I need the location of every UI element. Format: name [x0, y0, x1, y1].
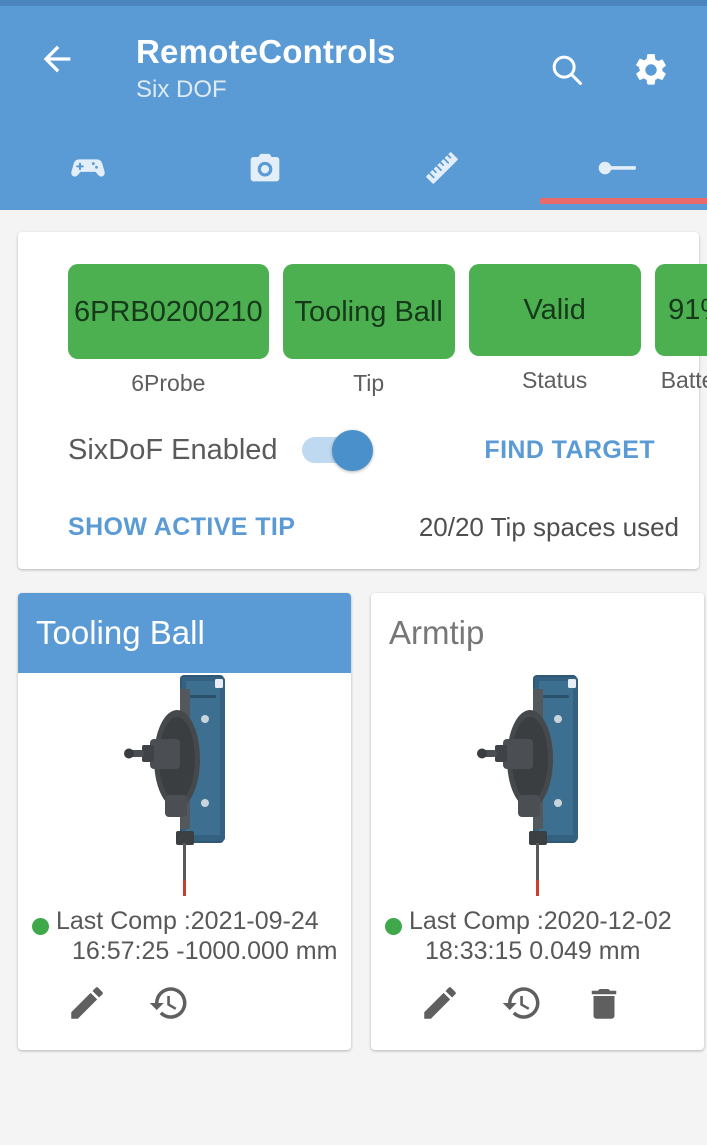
- trash-icon: [583, 982, 625, 1029]
- status-chip[interactable]: Valid: [468, 264, 641, 356]
- status-chips-row: 6PRB0200210 6Probe Tooling Ball Tip Vali…: [32, 264, 707, 398]
- tip-last-comp-info: Last Comp :2020-12-02 18:33:15 0.049 mm: [371, 898, 704, 966]
- tip-last-comp-text: Last Comp :2020-12-02 18:33:15 0.049 mm: [409, 906, 672, 966]
- tip-card-title: Tooling Ball: [18, 593, 351, 673]
- tip-card-tooling-ball[interactable]: Tooling Ball Last Comp:2021-09-24 16:57…: [18, 593, 351, 1050]
- tip-last-comp-info: Last Comp :2021-09-24 16:57:25 -1000.000…: [18, 898, 351, 966]
- tab-gamepad[interactable]: [0, 131, 177, 204]
- battery-chip[interactable]: 91%: [654, 264, 707, 356]
- tab-bar: [0, 131, 707, 204]
- tip-device-image: [18, 673, 351, 898]
- edit-tip-button[interactable]: [64, 982, 110, 1028]
- probe-chip[interactable]: 6PRB0200210: [68, 264, 269, 359]
- chip-group-status: Valid Status: [468, 264, 641, 395]
- sixdof-toggle-row: SixDoF Enabled FIND TARGET: [32, 398, 685, 471]
- arrow-back-icon: [37, 39, 77, 84]
- history-icon: [501, 982, 543, 1029]
- tip-chip-label: Tip: [353, 370, 385, 396]
- status-card-actions-row: SHOW ACTIVE TIP 20/20 Tip spaces used: [32, 468, 685, 543]
- delete-tip-button[interactable]: [581, 982, 627, 1028]
- pencil-icon: [419, 982, 461, 1029]
- camera-icon: [245, 148, 285, 188]
- tip-card-actions: [371, 966, 704, 1050]
- status-dot-icon: [385, 918, 402, 935]
- search-button[interactable]: [547, 52, 587, 92]
- history-tip-button[interactable]: [499, 982, 545, 1028]
- status-dot-icon: [32, 918, 49, 935]
- chip-group-probe: 6PRB0200210 6Probe: [68, 264, 269, 398]
- tip-last-comp-line2: 16:57:25 -1000.000 mm: [72, 937, 338, 965]
- probe-device-illustration: [120, 673, 250, 903]
- toggle-thumb: [331, 430, 373, 471]
- sixdof-toggle-label: SixDoF Enabled: [68, 434, 278, 466]
- tip-card-actions: [18, 966, 351, 1050]
- page-subtitle: Six DOF: [136, 76, 227, 103]
- history-tip-button[interactable]: [146, 982, 192, 1028]
- app-bar-actions: [547, 22, 685, 92]
- find-target-button[interactable]: FIND TARGET: [484, 436, 663, 465]
- tip-last-comp-line2: 18:33:15 0.049 mm: [425, 937, 641, 965]
- sixdof-toggle-switch[interactable]: [301, 430, 374, 471]
- page-title: RemoteControls: [136, 33, 396, 70]
- probe-chip-label: 6Probe: [131, 370, 206, 396]
- app-bar-top-row: RemoteControls Six DOF: [0, 6, 707, 131]
- tip-last-comp-line1: Last Comp :2020-12-02: [409, 907, 672, 935]
- probe-tip-icon: [597, 157, 641, 179]
- tip-device-image: [371, 673, 704, 898]
- search-icon: [548, 51, 586, 94]
- ruler-icon: [420, 146, 464, 190]
- status-card: 6PRB0200210 6Probe Tooling Ball Tip Vali…: [18, 232, 707, 569]
- chip-group-battery: 91% Battery: [654, 264, 707, 395]
- tip-spaces-used-text: 20/20 Tip spaces used: [418, 512, 679, 542]
- settings-button[interactable]: [631, 52, 671, 92]
- tab-camera[interactable]: [177, 131, 354, 204]
- tab-probe-tip[interactable]: [530, 131, 707, 204]
- tip-card-list: Tooling Ball Last Comp:2021-09-24 16:57…: [18, 593, 707, 1050]
- gamepad-icon: [68, 148, 108, 188]
- show-active-tip-button[interactable]: SHOW ACTIVE TIP: [68, 513, 295, 542]
- edit-tip-button[interactable]: [417, 982, 463, 1028]
- tab-selected-indicator: [540, 198, 707, 204]
- tab-ruler[interactable]: [354, 131, 531, 204]
- tip-card-armtip[interactable]: Armtip Last Comp:2020-12-02 18:33:15 0.…: [371, 593, 704, 1050]
- probe-device-illustration: [473, 673, 603, 903]
- chip-group-tip: Tooling Ball Tip: [282, 264, 455, 398]
- back-button[interactable]: [34, 38, 80, 84]
- app-bar: RemoteControls Six DOF: [0, 6, 707, 210]
- history-icon: [148, 982, 190, 1029]
- app-bar-titles: RemoteControls Six DOF: [80, 22, 547, 106]
- status-chip-label: Status: [522, 367, 588, 393]
- pencil-icon: [66, 982, 108, 1029]
- battery-chip-label: Battery: [660, 367, 707, 393]
- tip-last-comp-text: Last Comp :2021-09-24 16:57:25 -1000.000…: [56, 906, 337, 966]
- tip-card-title: Armtip: [371, 593, 704, 673]
- gear-icon: [632, 51, 670, 94]
- tip-last-comp-line1: Last Comp :2021-09-24: [56, 907, 319, 935]
- tip-chip[interactable]: Tooling Ball: [282, 264, 455, 359]
